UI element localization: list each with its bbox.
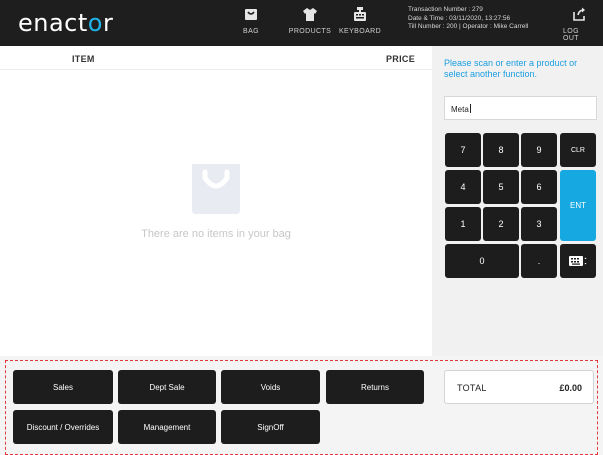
product-entry-input[interactable]: Meta	[444, 96, 597, 120]
logout-button[interactable]: LOG OUT	[563, 4, 595, 44]
bag-icon	[245, 9, 257, 20]
key-7[interactable]: 7	[445, 133, 481, 167]
empty-bag-message: There are no items in your bag	[141, 228, 291, 240]
key-6[interactable]: 6	[521, 170, 557, 204]
key-1[interactable]: 1	[445, 207, 481, 241]
nav-bag-label: BAG	[243, 28, 259, 35]
total-box: TOTAL £0.00	[444, 370, 594, 404]
total-label: TOTAL	[457, 383, 487, 393]
management-button[interactable]: Management	[118, 410, 216, 444]
voids-button[interactable]: Voids	[221, 370, 320, 404]
nav-keyboard-label: KEYBOARD	[338, 28, 382, 35]
nav-bag-button[interactable]: BAG	[239, 4, 263, 44]
transaction-info: Transaction Number : 279 Date & Time : 0…	[408, 6, 528, 32]
shopping-bag-icon	[192, 164, 240, 214]
nav-products-button[interactable]: PRODUCTS	[288, 4, 332, 44]
top-bar: enactor BAG PRODUCTS KEYBOARD Transactio…	[0, 0, 603, 46]
till-operator: Till Number : 200 | Operator : Mike Carr…	[408, 23, 529, 30]
enactor-logo: enactor	[18, 9, 114, 37]
cash-register-icon	[354, 7, 366, 21]
returns-button[interactable]: Returns	[326, 370, 424, 404]
dept-sale-button[interactable]: Dept Sale	[118, 370, 216, 404]
signoff-button[interactable]: SignOff	[221, 410, 320, 444]
tshirt-icon	[303, 8, 317, 21]
total-value: £0.00	[559, 383, 582, 393]
keyboard-icon	[569, 256, 587, 266]
clear-button[interactable]: CLR	[560, 133, 596, 167]
entry-prompt: Please scan or enter a product or select…	[444, 58, 578, 79]
key-5[interactable]: 5	[483, 170, 519, 204]
text-caret	[469, 104, 471, 113]
key-8[interactable]: 8	[483, 133, 519, 167]
bag-header: ITEM PRICE	[0, 46, 432, 70]
key-2[interactable]: 2	[483, 207, 519, 241]
logout-label: LOG OUT	[563, 28, 579, 42]
discount-overrides-button[interactable]: Discount / Overrides	[13, 410, 113, 444]
sales-button[interactable]: Sales	[13, 370, 113, 404]
key-3[interactable]: 3	[521, 207, 557, 241]
key-9[interactable]: 9	[521, 133, 557, 167]
price-column-header: PRICE	[386, 54, 416, 64]
key-decimal[interactable]: .	[521, 244, 557, 278]
key-0[interactable]: 0	[445, 244, 519, 278]
key-4[interactable]: 4	[445, 170, 481, 204]
transaction-number: Transaction Number : 279	[408, 6, 483, 13]
item-column-header: ITEM	[72, 54, 95, 64]
enter-button[interactable]: ENT	[560, 170, 596, 241]
keyboard-toggle-button[interactable]	[560, 244, 596, 278]
logout-icon	[573, 7, 585, 21]
nav-keyboard-button[interactable]: KEYBOARD	[339, 4, 381, 44]
transaction-datetime: Date & Time : 03/11/2020, 13:27:56	[408, 14, 511, 22]
nav-products-label: PRODUCTS	[288, 28, 332, 35]
entry-panel: Please scan or enter a product or select…	[432, 46, 603, 356]
product-entry-value: Meta	[451, 105, 469, 114]
